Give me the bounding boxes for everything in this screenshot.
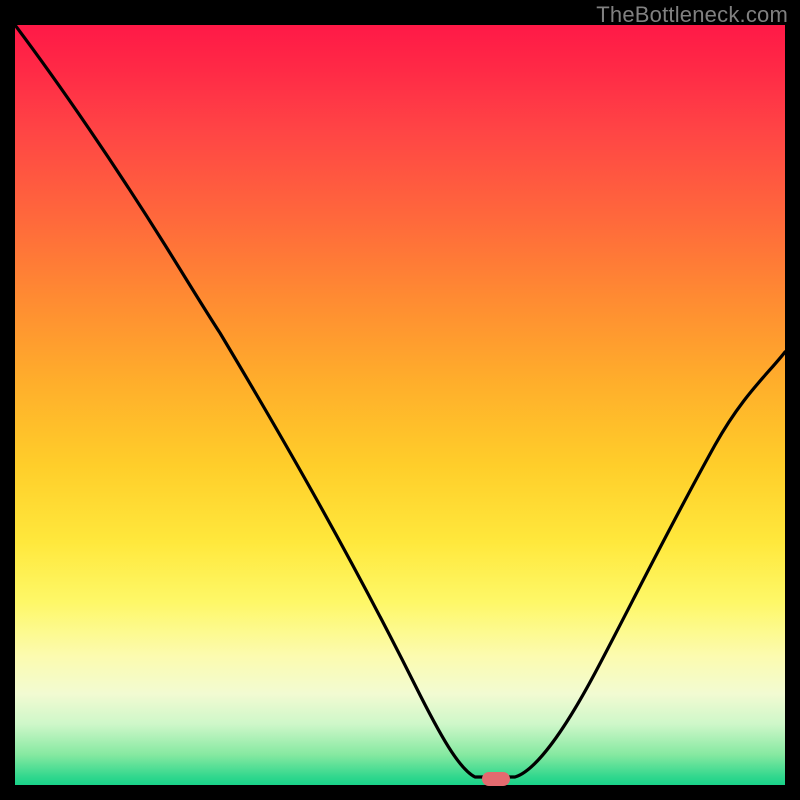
bottleneck-curve [15,25,785,785]
chart-plot-area [15,25,785,785]
watermark-text: TheBottleneck.com [596,2,788,28]
bottleneck-curve-path [15,25,785,777]
chart-frame: TheBottleneck.com [0,0,800,800]
optimum-marker [482,772,510,786]
